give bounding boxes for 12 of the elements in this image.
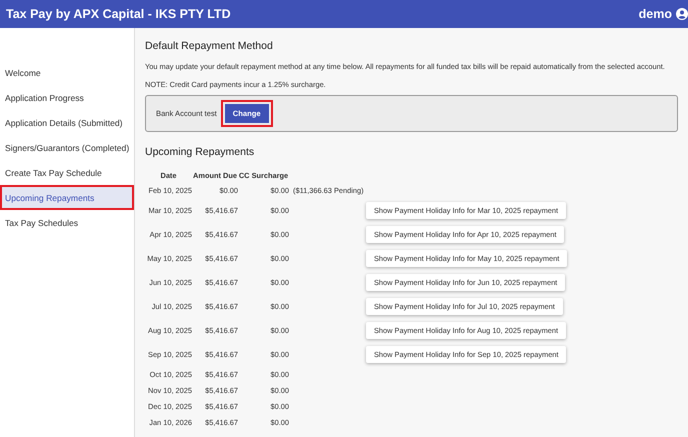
sidebar-item[interactable]: Application Details (Submitted) (0, 110, 134, 135)
sidebar-item[interactable]: Upcoming Repayments (0, 185, 134, 210)
app-title: Tax Pay by APX Capital - IKS PTY LTD (6, 7, 231, 21)
account-icon[interactable] (676, 8, 688, 20)
sidebar-item[interactable]: Signers/Guarantors (Completed) (0, 135, 134, 160)
sidebar-item[interactable]: Create Tax Pay Schedule (0, 160, 134, 185)
sidebar-item[interactable]: Application Progress (0, 85, 134, 110)
sidebar-item[interactable]: Tax Pay Schedules (0, 210, 134, 235)
user-name[interactable]: demo (638, 7, 672, 21)
section-heading: Upcoming Repayments (145, 146, 256, 158)
section-heading: Default Repayment Method (145, 40, 274, 52)
sidebar-item[interactable]: Welcome (0, 60, 134, 85)
